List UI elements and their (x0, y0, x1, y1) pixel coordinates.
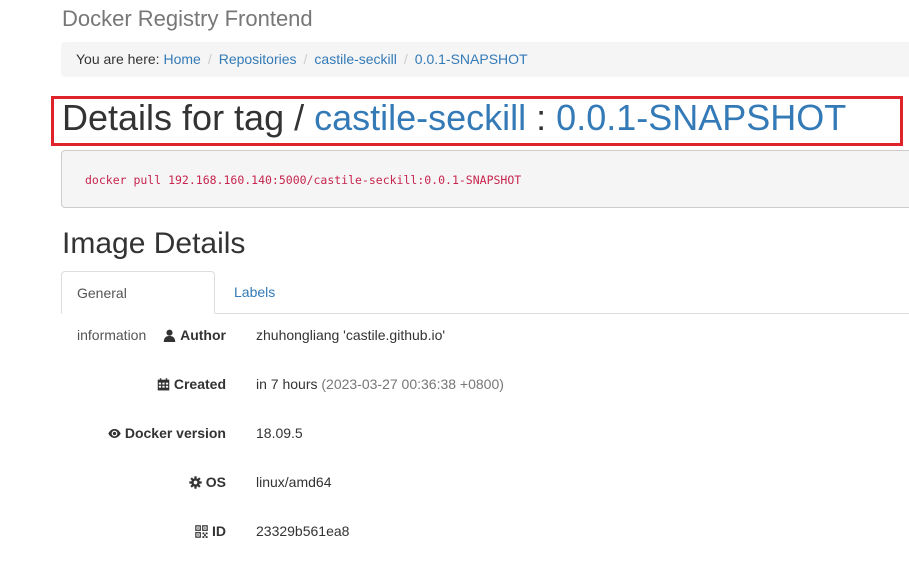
breadcrumb-prefix: You are here: (76, 51, 160, 67)
calendar-icon (157, 377, 170, 390)
image-details-tabs: General information Labels (61, 271, 909, 343)
breadcrumb-separator: / (403, 51, 408, 67)
tab-general-information[interactable]: General information (61, 271, 215, 343)
qrcode-icon (195, 524, 208, 538)
eye-icon (108, 428, 121, 438)
detail-label-author: Author (163, 327, 226, 343)
detail-row-created: Created in 7 hours (2023-03-27 00:36:38 … (61, 367, 909, 399)
detail-label-os: OS (189, 474, 226, 490)
detail-label-text: ID (212, 523, 226, 539)
breadcrumb: You are here: Home / Repositories / castile-… (61, 42, 909, 77)
breadcrumb-home-link[interactable]: Home (163, 51, 200, 67)
created-relative-time: in 7 hours (256, 376, 318, 392)
breadcrumb-repositories-link[interactable]: Repositories (219, 51, 297, 67)
detail-label-text: Author (180, 327, 226, 343)
detail-row-author: Author zhuhongliang 'castile.github.io' (61, 318, 909, 350)
detail-label-text: Created (173, 376, 226, 392)
detail-value-created: in 7 hours (2023-03-27 00:36:38 +0800) (256, 376, 504, 392)
gear-icon (189, 475, 202, 489)
breadcrumb-separator: / (303, 51, 308, 67)
detail-label-docker-version: Docker version (108, 425, 226, 441)
tab-labels[interactable]: Labels (219, 271, 290, 313)
detail-value-os: linux/amd64 (256, 474, 332, 490)
highlight-annotation-box (51, 96, 903, 146)
detail-value-id: 23329b561ea8 (256, 523, 350, 539)
detail-label-text: Docker version (124, 425, 226, 441)
detail-value-docker-version: 18.09.5 (256, 425, 303, 441)
image-details-title: Image Details (62, 227, 246, 260)
breadcrumb-separator: / (207, 51, 212, 67)
user-icon (163, 329, 176, 342)
detail-row-id: ID 23329b561ea8 (61, 514, 909, 546)
detail-label-text: OS (205, 474, 226, 490)
detail-row-docker-version: Docker version 18.09.5 (61, 416, 909, 448)
created-timestamp: (2023-03-27 00:36:38 +0800) (321, 376, 504, 392)
breadcrumb-tag-link[interactable]: 0.0.1-SNAPSHOT (415, 51, 528, 67)
detail-value-author: zhuhongliang 'castile.github.io' (256, 327, 446, 343)
detail-row-os: OS linux/amd64 (61, 465, 909, 497)
app-title[interactable]: Docker Registry Frontend (62, 6, 313, 32)
docker-pull-command[interactable]: docker pull 192.168.160.140:5000/castile… (61, 150, 909, 208)
breadcrumb-repository-link[interactable]: castile-seckill (314, 51, 396, 67)
detail-label-created: Created (157, 376, 226, 392)
detail-label-id: ID (195, 523, 226, 539)
